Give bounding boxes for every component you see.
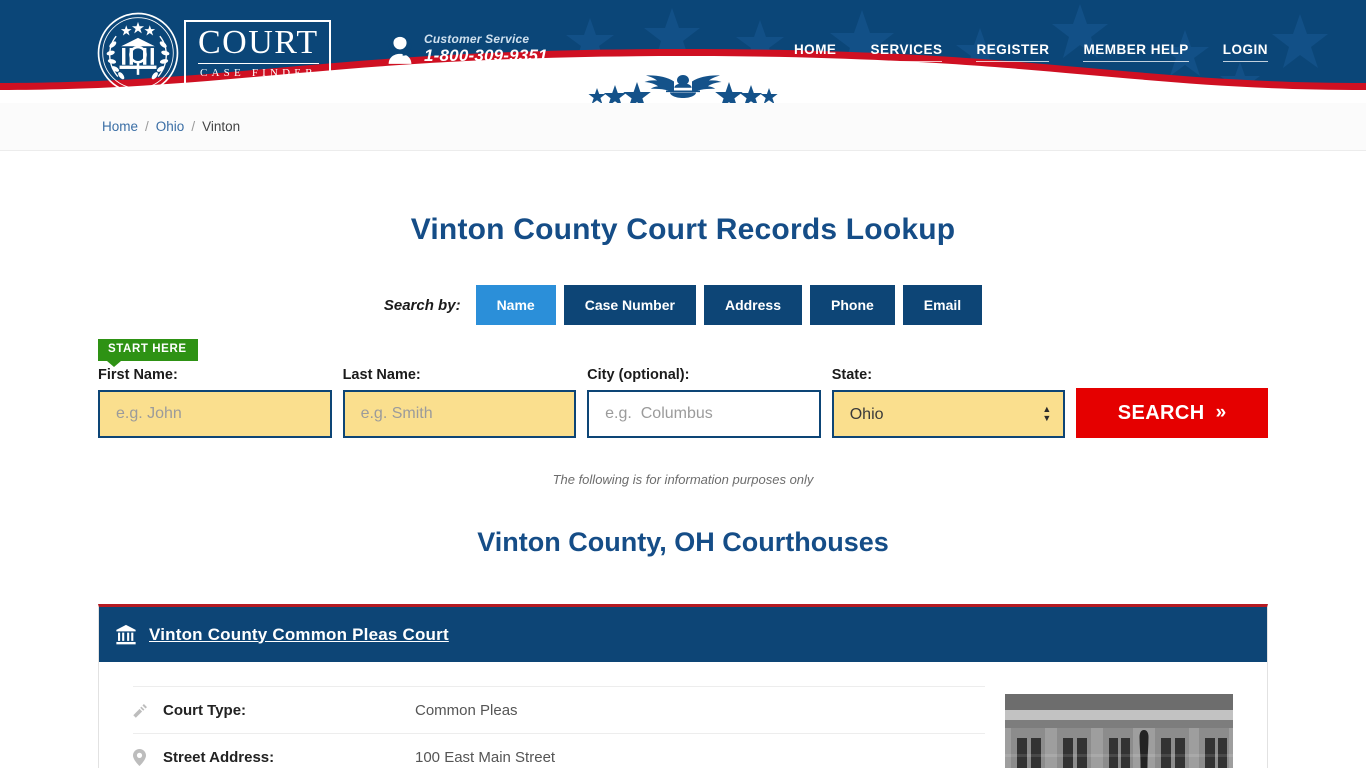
customer-service-label: Customer Service: [424, 32, 530, 46]
search-button[interactable]: SEARCH »: [1076, 388, 1268, 438]
search-fields-row: First Name: Last Name: City (optional): …: [98, 339, 1268, 438]
tab-address[interactable]: Address: [703, 285, 802, 325]
breadcrumb-item-home[interactable]: Home: [102, 119, 138, 134]
logo-secondary-text: CASE FINDER: [199, 66, 317, 79]
main-content: Vinton County Court Records Lookup Searc…: [0, 151, 1366, 768]
map-pin-icon: [133, 748, 163, 766]
state-label: State:: [831, 367, 873, 383]
logo-wordmark: COURT CASE FINDER: [184, 19, 331, 86]
last-name-label: Last Name:: [342, 367, 421, 383]
site-logo[interactable]: COURT CASE FINDER: [96, 10, 346, 95]
logo-primary-text: COURT: [198, 25, 319, 64]
bank-columns-icon: [116, 624, 136, 644]
search-by-label: Search by:: [383, 296, 461, 314]
tab-name[interactable]: Name: [475, 285, 556, 325]
site-header: COURT CASE FINDER Customer Service 1-800…: [0, 0, 1366, 103]
table-row: Court Type: Common Pleas: [133, 686, 985, 733]
courthouses-section-title: Vinton County, OH Courthouses: [477, 527, 889, 557]
nav-item-home[interactable]: HOME: [793, 42, 837, 62]
headset-support-icon: [388, 35, 412, 65]
state-select[interactable]: Ohio: [831, 390, 1066, 438]
breadcrumb: Home / Ohio / Vinton: [0, 119, 240, 134]
nav-item-services[interactable]: SERVICES: [870, 42, 943, 62]
courthouse-photo: [1005, 694, 1233, 768]
nav-item-member-help[interactable]: MEMBER HELP: [1083, 42, 1189, 62]
row-label: Street Address:: [163, 748, 275, 766]
customer-service-block[interactable]: Customer Service 1-800-309-9351: [386, 32, 548, 66]
breadcrumb-item-vinton: Vinton: [202, 119, 241, 134]
courthouse-card: Vinton County Common Pleas Court Court T…: [98, 604, 1268, 768]
tab-case-number[interactable]: Case Number: [563, 285, 696, 325]
state-field-group: State: Ohio ▲ ▼: [831, 367, 1066, 438]
courthouse-details-list: Court Type: Common Pleas Street Address:…: [133, 686, 1005, 768]
chevron-right-double-icon: »: [1215, 402, 1227, 423]
city-label: City (optional):: [587, 367, 690, 383]
table-row: Street Address: 100 East Main Street: [133, 733, 985, 768]
breadcrumb-bar: Home / Ohio / Vinton: [0, 103, 1366, 151]
row-value: Common Pleas: [415, 701, 518, 719]
court-seal-icon: [97, 12, 179, 93]
search-by-tabs: Search by: Name Case Number Address Phon…: [0, 285, 1366, 325]
breadcrumb-separator: /: [191, 119, 196, 134]
breadcrumb-item-ohio[interactable]: Ohio: [156, 119, 185, 134]
start-here-badge: START HERE: [98, 339, 198, 366]
courthouse-card-body: Court Type: Common Pleas Street Address:…: [99, 662, 1267, 768]
tab-email[interactable]: Email: [902, 285, 983, 325]
customer-service-phone[interactable]: 1-800-309-9351: [424, 46, 548, 66]
search-form: START HERE First Name: Last Name: City (…: [98, 339, 1268, 438]
courthouse-name-link[interactable]: Vinton County Common Pleas Court: [149, 625, 449, 645]
last-name-input[interactable]: [342, 390, 577, 438]
first-name-label: First Name:: [98, 367, 178, 383]
gavel-icon: [133, 703, 163, 718]
city-field-group: City (optional):: [587, 367, 821, 438]
city-input[interactable]: [587, 390, 821, 438]
courthouse-photo-column: [1005, 686, 1233, 768]
tab-phone[interactable]: Phone: [810, 285, 895, 325]
row-label: Court Type:: [163, 701, 247, 719]
nav-item-register[interactable]: REGISTER: [976, 42, 1050, 62]
row-value: 100 East Main Street: [415, 748, 556, 766]
last-name-field-group: Last Name:: [342, 367, 577, 438]
nav-item-login[interactable]: LOGIN: [1222, 42, 1268, 62]
page-title: Vinton County Court Records Lookup: [410, 213, 956, 246]
search-button-label: SEARCH: [1117, 401, 1205, 424]
main-navigation: HOME SERVICES REGISTER MEMBER HELP LOGIN: [793, 42, 1268, 62]
info-purposes-note: The following is for information purpose…: [552, 472, 814, 487]
courthouse-card-header: Vinton County Common Pleas Court: [99, 607, 1267, 662]
first-name-field-group: First Name:: [98, 367, 332, 438]
first-name-input[interactable]: [98, 390, 332, 438]
breadcrumb-separator: /: [145, 119, 149, 134]
